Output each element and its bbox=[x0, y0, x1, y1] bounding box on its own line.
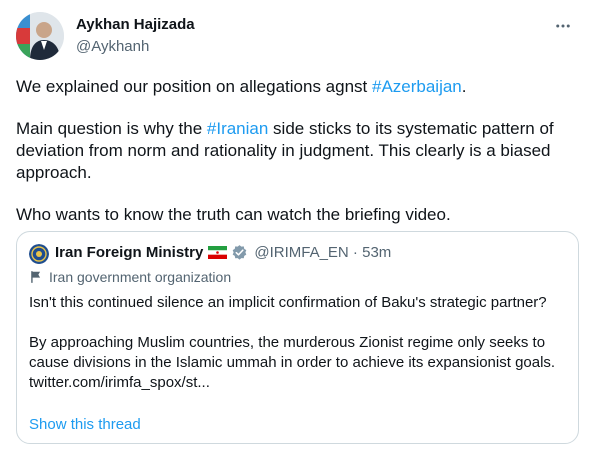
flag-icon bbox=[31, 271, 41, 283]
text-segment: Main question is why the bbox=[16, 119, 207, 138]
author-name[interactable]: Aykhan Hajizada bbox=[76, 16, 195, 33]
text-segment: We explained our position on allegations… bbox=[16, 77, 372, 96]
ministry-logo-icon bbox=[29, 244, 49, 264]
government-org-label: Iran government organization bbox=[29, 269, 231, 285]
iran-flag-icon bbox=[208, 246, 228, 259]
quoted-avatar[interactable] bbox=[29, 244, 49, 264]
quoted-author-row: Iran Foreign Ministry @IRIMFA_EN · 53m bbox=[55, 244, 391, 261]
quoted-text: Isn't this continued silence an implicit… bbox=[29, 293, 569, 393]
author-handle[interactable]: @Aykhanh bbox=[76, 38, 149, 55]
more-options-button[interactable] bbox=[551, 14, 575, 38]
tweet-paragraph-3: Who wants to know the truth can watch th… bbox=[16, 205, 451, 224]
hashtag-iranian-link[interactable]: #Iranian bbox=[207, 119, 268, 138]
hashtag-azerbaijan-link[interactable]: #Azerbaijan bbox=[372, 77, 462, 96]
show-thread-link[interactable]: Show this thread bbox=[29, 416, 141, 433]
tweet-paragraph-1: We explained our position on allegations… bbox=[16, 76, 576, 98]
text-segment: . bbox=[461, 77, 467, 96]
quoted-tweet[interactable]: Iran Foreign Ministry @IRIMFA_EN · 53m I… bbox=[16, 231, 579, 444]
verified-badge-icon bbox=[233, 245, 247, 260]
tweet-paragraph-2: Main question is why the #Iranian side s… bbox=[16, 118, 576, 184]
quoted-author-name[interactable]: Iran Foreign Ministry bbox=[55, 244, 203, 261]
avatar-photo bbox=[16, 12, 64, 60]
quoted-paragraph-1: Isn't this continued silence an implicit… bbox=[29, 294, 547, 311]
quoted-handle-time[interactable]: @IRIMFA_EN · 53m bbox=[254, 244, 391, 261]
more-horizontal-icon bbox=[556, 24, 570, 28]
tweet-card[interactable]: Aykhan Hajizada @Aykhanh We explained ou… bbox=[0, 0, 591, 450]
org-label-text: Iran government organization bbox=[49, 269, 232, 285]
quoted-paragraph-2: By approaching Muslim countries, the mur… bbox=[29, 334, 556, 391]
tweet-text: We explained our position on allegations… bbox=[16, 76, 576, 226]
avatar[interactable] bbox=[16, 12, 64, 60]
